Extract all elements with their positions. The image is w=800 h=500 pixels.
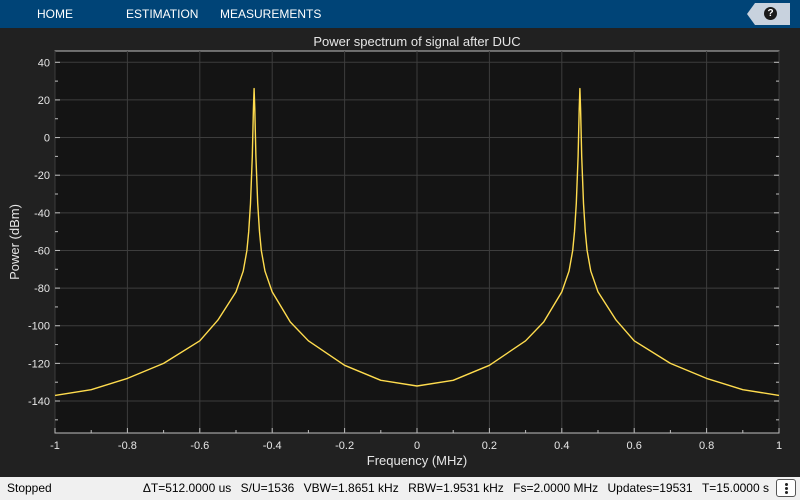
- x-tick-label: -0.6: [190, 440, 209, 452]
- y-axis-label: Power (dBm): [7, 204, 22, 280]
- menu-dot-icon: [785, 491, 788, 494]
- x-tick-label: 0.6: [627, 440, 642, 452]
- x-tick-label: 0.4: [554, 440, 569, 452]
- tab-home[interactable]: HOME: [37, 0, 73, 28]
- status-menu-button[interactable]: [776, 479, 796, 497]
- x-tick-label: 1: [776, 440, 782, 452]
- x-tick-label: -1: [50, 440, 60, 452]
- x-tick-label: -0.4: [263, 440, 282, 452]
- status-measurements: ΔT=512.0000 us S/U=1536 VBW=1.8651 kHz R…: [137, 477, 769, 500]
- menu-dot-icon: [785, 483, 788, 486]
- status-fs: Fs=2.0000 MHz: [513, 481, 599, 495]
- x-tick-label: -0.2: [335, 440, 354, 452]
- plot-title: Power spectrum of signal after DUC: [313, 34, 520, 49]
- status-state: Stopped: [7, 481, 52, 495]
- toolstrip: HOME ESTIMATION MEASUREMENTS ?: [0, 0, 800, 28]
- x-tick-label: 0.2: [482, 440, 497, 452]
- y-tick-label: -20: [34, 170, 50, 182]
- spectrum-plot[interactable]: -1 -0.8 -0.6 -0.4 -0.2 0 0.2 0.4 0.6 0.8 1 40 20 0 -20…: [0, 28, 800, 477]
- help-icon[interactable]: ?: [764, 7, 777, 20]
- menu-dot-icon: [785, 487, 788, 490]
- plot-area: -1 -0.8 -0.6 -0.4 -0.2 0 0.2 0.4 0.6 0.8 1 40 20 0 -20…: [0, 28, 800, 477]
- y-tick-label: -60: [34, 245, 50, 257]
- status-bar: Stopped ΔT=512.0000 us S/U=1536 VBW=1.86…: [0, 477, 800, 500]
- y-tick-label: -100: [28, 321, 50, 333]
- y-tick-label: 20: [38, 95, 50, 107]
- status-delta-t: ΔT=512.0000 us: [142, 481, 232, 495]
- status-vbw: VBW=1.8651 kHz: [303, 481, 399, 495]
- help-button[interactable]: ?: [747, 3, 790, 25]
- status-samples-per-update: S/U=1536: [240, 481, 295, 495]
- status-updates: Updates=19531: [607, 481, 693, 495]
- status-rbw: RBW=1.9531 kHz: [408, 481, 504, 495]
- y-tick-label: 40: [38, 57, 50, 69]
- x-axis-label: Frequency (MHz): [367, 453, 467, 468]
- y-tick-label: -80: [34, 283, 50, 295]
- y-tick-label: 0: [44, 133, 50, 145]
- tab-estimation[interactable]: ESTIMATION: [126, 0, 198, 28]
- y-tick-label: -40: [34, 208, 50, 220]
- tab-measurements[interactable]: MEASUREMENTS: [220, 0, 321, 28]
- x-tick-label: 0.8: [699, 440, 714, 452]
- x-tick-label: 0: [414, 440, 420, 452]
- x-tick-label: -0.8: [118, 440, 137, 452]
- status-time: T=15.0000 s: [701, 481, 769, 495]
- y-tick-label: -140: [28, 396, 50, 408]
- y-tick-label: -120: [28, 358, 50, 370]
